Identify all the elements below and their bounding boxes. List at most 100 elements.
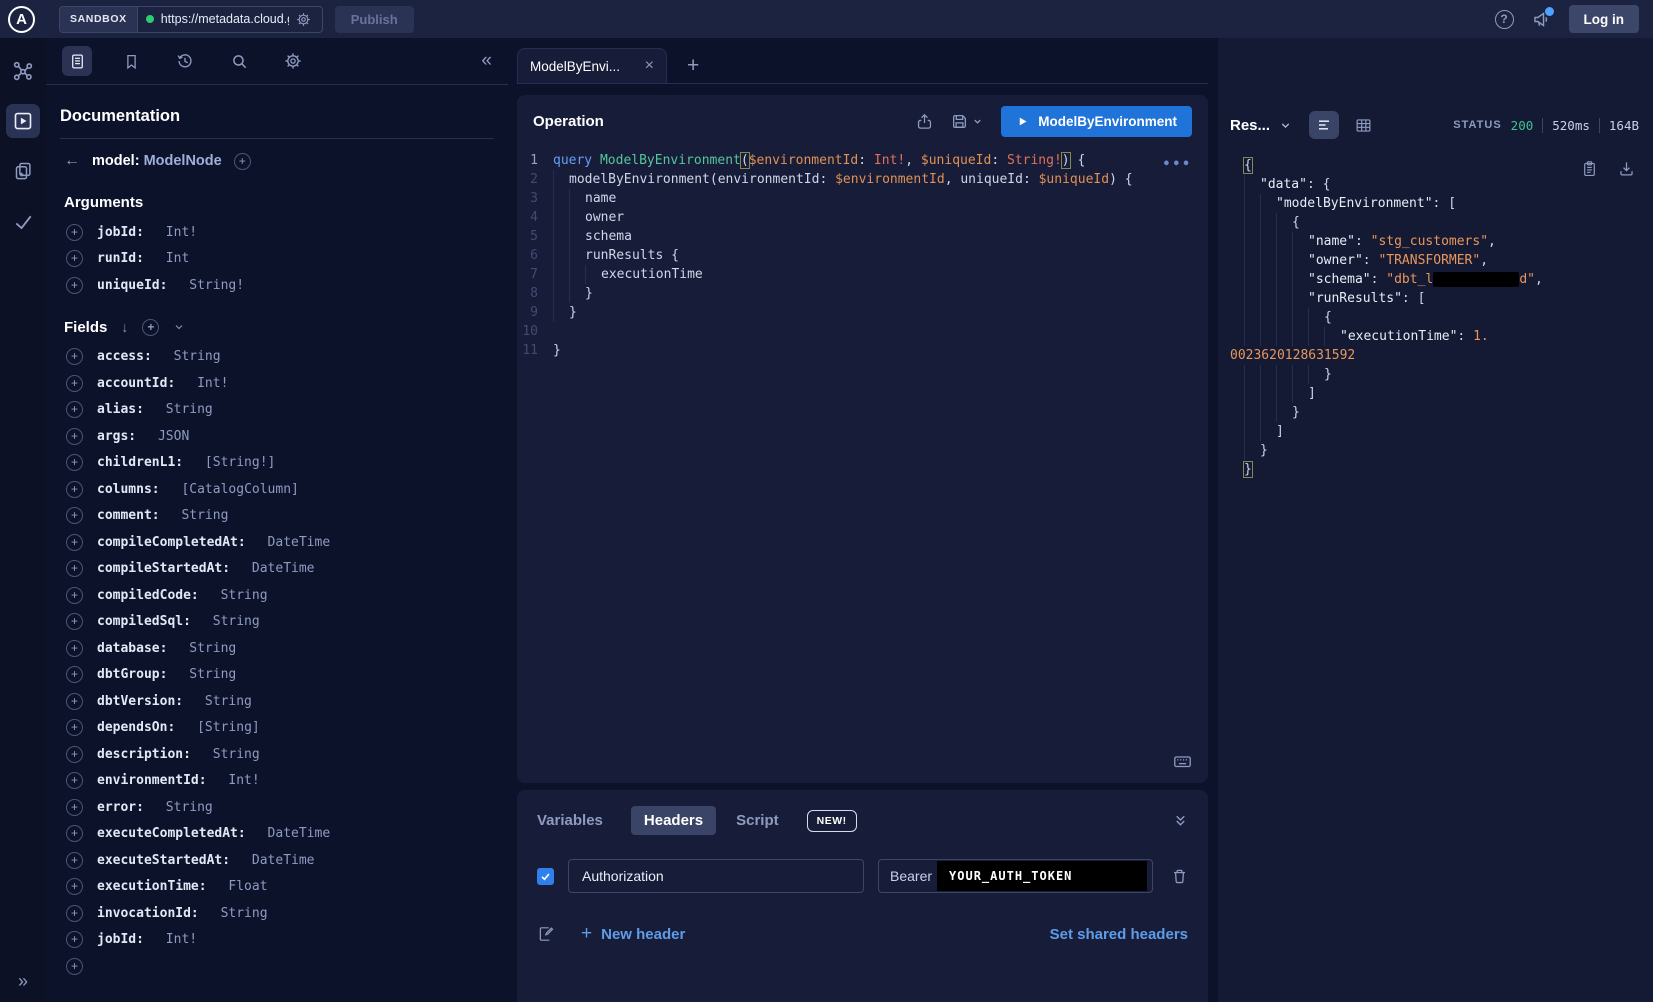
- editor-code-line[interactable]: 6runResults {: [517, 246, 1208, 265]
- new-header-button[interactable]: + New header: [581, 923, 685, 945]
- endpoint-settings-gear-icon[interactable]: [296, 12, 311, 27]
- editor-code-line[interactable]: 11}: [517, 341, 1208, 360]
- share-operation-icon[interactable]: [916, 113, 933, 130]
- editor-code-line[interactable]: 9}: [517, 303, 1208, 322]
- keyboard-shortcuts-icon[interactable]: [1173, 752, 1192, 771]
- tab-headers[interactable]: Headers: [631, 806, 716, 835]
- editor-code-line[interactable]: 10: [517, 322, 1208, 341]
- add-field-icon[interactable]: +: [66, 481, 83, 498]
- doc-field-row[interactable]: +error: String: [60, 794, 494, 821]
- doc-field-row[interactable]: +alias: String: [60, 397, 494, 424]
- doc-field-row[interactable]: +description: String: [60, 741, 494, 768]
- add-field-icon[interactable]: +: [66, 640, 83, 657]
- collapse-bottom-panel-icon[interactable]: [1173, 813, 1188, 828]
- doc-field-row[interactable]: +childrenL1: [String!]: [60, 450, 494, 477]
- add-field-icon[interactable]: +: [66, 772, 83, 789]
- add-field-icon[interactable]: +: [66, 613, 83, 630]
- doc-field-row[interactable]: +compiledSql: String: [60, 609, 494, 636]
- doc-field-row[interactable]: +invocationId: String: [60, 900, 494, 927]
- doc-field-row[interactable]: +accountId: Int!: [60, 370, 494, 397]
- help-icon[interactable]: ?: [1495, 10, 1514, 29]
- add-field-icon[interactable]: +: [66, 666, 83, 683]
- header-value-input[interactable]: Bearer YOUR_AUTH_TOKEN: [878, 859, 1153, 893]
- editor-code-line[interactable]: 4owner: [517, 208, 1208, 227]
- copy-response-icon[interactable]: [1581, 160, 1598, 177]
- close-tab-icon[interactable]: ×: [645, 57, 654, 75]
- delete-header-icon[interactable]: [1171, 868, 1188, 885]
- operation-tab[interactable]: ModelByEnvi... ×: [517, 48, 667, 83]
- documentation-tab-icon[interactable]: [62, 46, 92, 76]
- sort-fields-icon[interactable]: ↓: [121, 319, 128, 335]
- endpoint-url-field[interactable]: https://metadata.cloud.get: [138, 7, 322, 32]
- doc-field-row[interactable]: +access: String: [60, 344, 494, 371]
- add-field-icon[interactable]: +: [66, 507, 83, 524]
- doc-field-row[interactable]: +: [60, 953, 494, 980]
- editor-code-line[interactable]: 7executionTime: [517, 265, 1208, 284]
- publish-button[interactable]: Publish: [335, 6, 414, 33]
- doc-field-row[interactable]: +executeCompletedAt: DateTime: [60, 821, 494, 848]
- doc-field-row[interactable]: +dbtVersion: String: [60, 688, 494, 715]
- edit-as-document-icon[interactable]: [537, 925, 555, 943]
- add-field-icon[interactable]: +: [66, 852, 83, 869]
- expand-rail-icon[interactable]: »: [18, 971, 28, 992]
- add-field-icon[interactable]: +: [66, 825, 83, 842]
- doc-field-row[interactable]: +uniqueId: String!: [60, 272, 494, 299]
- download-response-icon[interactable]: [1618, 160, 1635, 177]
- sandbox-docs-icon[interactable]: [6, 154, 40, 188]
- add-field-icon[interactable]: +: [66, 958, 83, 975]
- doc-field-row[interactable]: +jobId: Int!: [60, 219, 494, 246]
- set-shared-headers-link[interactable]: Set shared headers: [1050, 926, 1188, 943]
- doc-field-row[interactable]: +compileCompletedAt: DateTime: [60, 529, 494, 556]
- editor-code-line[interactable]: 5schema: [517, 227, 1208, 246]
- add-field-icon[interactable]: +: [66, 224, 83, 241]
- explorer-icon[interactable]: [6, 104, 40, 138]
- login-button[interactable]: Log in: [1569, 5, 1640, 33]
- docs-settings-gear-icon[interactable]: [278, 46, 308, 76]
- doc-field-row[interactable]: +compileStartedAt: DateTime: [60, 556, 494, 583]
- doc-field-row[interactable]: +compiledCode: String: [60, 582, 494, 609]
- add-field-icon[interactable]: +: [66, 277, 83, 294]
- endpoint-control[interactable]: SANDBOX https://metadata.cloud.get: [59, 6, 323, 33]
- more-actions-icon[interactable]: •••: [1163, 155, 1192, 174]
- add-field-icon[interactable]: +: [66, 250, 83, 267]
- announcements-megaphone-icon[interactable]: [1532, 10, 1551, 29]
- add-field-icon[interactable]: +: [66, 560, 83, 577]
- new-tab-icon[interactable]: +: [687, 55, 699, 76]
- save-operation-icon[interactable]: [951, 113, 983, 130]
- search-icon[interactable]: [224, 46, 254, 76]
- raw-view-icon[interactable]: [1309, 111, 1339, 139]
- doc-field-row[interactable]: +executionTime: Float: [60, 874, 494, 901]
- editor-code-line[interactable]: 8}: [517, 284, 1208, 303]
- add-field-icon[interactable]: +: [66, 428, 83, 445]
- editor-code-line[interactable]: 2modelByEnvironment(environmentId: $envi…: [517, 170, 1208, 189]
- fields-chevron-icon[interactable]: [173, 321, 185, 333]
- operation-editor[interactable]: 1query ModelByEnvironment($environmentId…: [517, 147, 1208, 783]
- header-name-input[interactable]: Authorization: [568, 859, 864, 893]
- doc-field-row[interactable]: +database: String: [60, 635, 494, 662]
- table-view-icon[interactable]: [1348, 111, 1378, 139]
- response-dropdown-chevron-icon[interactable]: [1279, 119, 1292, 132]
- doc-field-row[interactable]: +comment: String: [60, 503, 494, 530]
- back-arrow-icon[interactable]: ←: [64, 152, 80, 170]
- add-field-icon[interactable]: +: [66, 719, 83, 736]
- add-field-icon[interactable]: +: [66, 878, 83, 895]
- header-enabled-checkbox[interactable]: [537, 868, 554, 885]
- add-field-icon[interactable]: +: [66, 746, 83, 763]
- add-field-icon[interactable]: +: [66, 931, 83, 948]
- tab-script[interactable]: Script: [736, 812, 779, 829]
- editor-code-line[interactable]: 1query ModelByEnvironment($environmentId…: [517, 151, 1208, 170]
- add-field-icon[interactable]: +: [66, 799, 83, 816]
- history-icon[interactable]: [170, 46, 200, 76]
- add-all-fields-icon[interactable]: +: [142, 319, 159, 336]
- run-operation-button[interactable]: ModelByEnvironment: [1001, 106, 1192, 137]
- add-field-icon[interactable]: +: [66, 534, 83, 551]
- add-field-icon[interactable]: +: [66, 905, 83, 922]
- doc-field-row[interactable]: +environmentId: Int!: [60, 768, 494, 795]
- add-field-icon[interactable]: +: [66, 375, 83, 392]
- tab-variables[interactable]: Variables: [537, 812, 603, 829]
- editor-code-line[interactable]: 3name: [517, 189, 1208, 208]
- add-type-icon[interactable]: +: [234, 153, 251, 170]
- add-field-icon[interactable]: +: [66, 348, 83, 365]
- doc-field-row[interactable]: +jobId: Int!: [60, 927, 494, 954]
- add-field-icon[interactable]: +: [66, 401, 83, 418]
